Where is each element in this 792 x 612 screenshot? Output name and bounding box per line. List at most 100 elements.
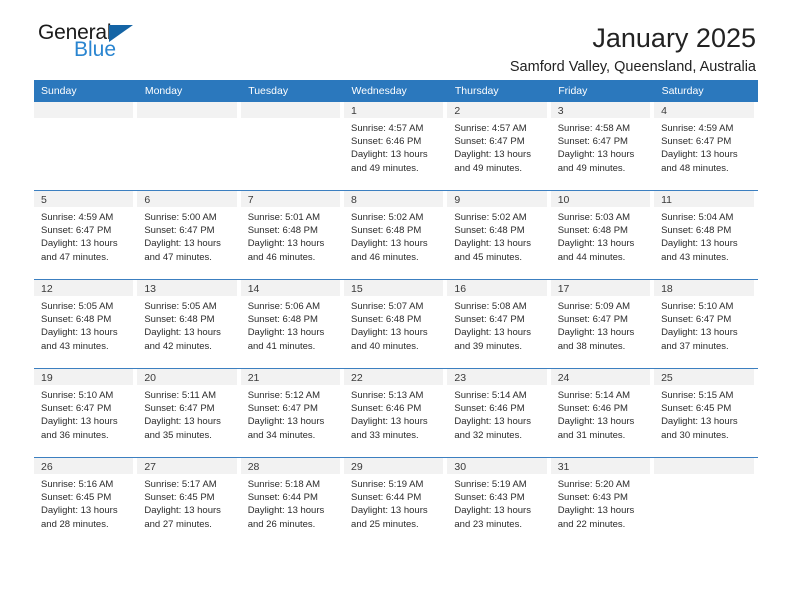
day-details: Sunrise: 5:20 AM Sunset: 6:43 PM Daylight:… — [551, 474, 650, 531]
day-cell-inner: 24 Sunrise: 5:14 AM Sunset: 6:46 PM Dayligh… — [550, 369, 651, 457]
weekday-header-row: Sunday Monday Tuesday Wednesday Thursday Frid… — [34, 80, 759, 102]
daylight-text-line1: Daylight: 13 hours — [661, 238, 738, 250]
day-cell-inner: 9 Sunrise: 5:02 AM Sunset: 6:48 PM Daylight… — [447, 191, 547, 279]
day-details: Sunrise: 5:16 AM Sunset: 6:45 PM Daylight:… — [34, 474, 133, 531]
daylight-text-line1: Daylight: 13 hours — [351, 505, 428, 517]
sunrise-text: Sunrise: 5:05 AM — [144, 301, 217, 312]
sunrise-text: Sunrise: 5:02 AM — [454, 212, 527, 223]
sunrise-text: Sunrise: 5:01 AM — [247, 212, 321, 223]
day-number: 3 — [550, 102, 651, 118]
daylight-text-line1: Daylight: 13 hours — [41, 327, 118, 339]
calendar-grid: Sunday Monday Tuesday Wednesday Thursday Frid… — [34, 80, 759, 546]
sunrise-text: Sunrise: 5:08 AM — [454, 301, 527, 312]
day-cell-inner: 17 Sunrise: 5:09 AM Sunset: 6:47 PM Dayligh… — [550, 280, 651, 368]
day-cell-inner: 14 Sunrise: 5:06 AM Sunset: 6:48 PM Dayligh… — [240, 280, 341, 368]
calendar-day-cell[interactable]: 3 Sunrise: 4:58 AM Sunset: 6:47 PM Daylight… — [550, 102, 655, 191]
daylight-text-line2: and 26 minutes. — [247, 518, 316, 530]
calendar-day-cell[interactable]: 16 Sunrise: 5:08 AM Sunset: 6:47 PM Dayligh… — [447, 279, 551, 369]
calendar-day-cell[interactable]: 15 Sunrise: 5:07 AM Sunset: 6:48 PM Dayligh… — [344, 279, 448, 369]
calendar-day-cell[interactable]: 4 Sunrise: 4:59 AM Sunset: 6:47 PM Daylight… — [654, 102, 758, 191]
daylight-text-line1: Daylight: 13 hours — [454, 238, 531, 250]
day-cell-inner — [137, 102, 237, 190]
daylight-text-line2: and 28 minutes. — [41, 518, 109, 530]
day-cell-inner: 26 Sunrise: 5:16 AM Sunset: 6:45 PM Dayligh… — [34, 458, 134, 546]
sunrise-text: Sunrise: 4:58 AM — [557, 123, 631, 134]
calendar-day-cell[interactable]: 10 Sunrise: 5:03 AM Sunset: 6:48 PM Dayligh… — [550, 190, 655, 280]
weekday-header-friday: Friday — [550, 80, 655, 102]
day-number: 4 — [654, 102, 754, 118]
calendar-day-cell[interactable]: 23 Sunrise: 5:14 AM Sunset: 6:46 PM Dayligh… — [447, 368, 551, 458]
calendar-day-cell[interactable]: 13 Sunrise: 5:05 AM Sunset: 6:48 PM Dayligh… — [137, 279, 241, 369]
sunset-text: Sunset: 6:46 PM — [557, 403, 628, 415]
calendar-day-cell[interactable]: 22 Sunrise: 5:13 AM Sunset: 6:46 PM Dayligh… — [344, 368, 448, 458]
daylight-text-line1: Daylight: 13 hours — [454, 327, 531, 339]
calendar-day-cell[interactable]: 18 Sunrise: 5:10 AM Sunset: 6:47 PM Dayligh… — [654, 279, 758, 369]
daylight-text-line1: Daylight: 13 hours — [661, 149, 738, 161]
calendar-day-cell[interactable]: 31 Sunrise: 5:20 AM Sunset: 6:43 PM Dayligh… — [550, 457, 655, 546]
calendar-day-cell[interactable]: 14 Sunrise: 5:06 AM Sunset: 6:48 PM Dayligh… — [240, 279, 345, 369]
sunrise-text: Sunrise: 5:18 AM — [247, 479, 321, 490]
calendar-day-cell[interactable]: 29 Sunrise: 5:19 AM Sunset: 6:44 PM Dayligh… — [344, 457, 448, 546]
calendar-day-cell[interactable]: 21 Sunrise: 5:12 AM Sunset: 6:47 PM Dayligh… — [240, 368, 345, 458]
sunset-text: Sunset: 6:48 PM — [661, 225, 732, 237]
sunset-text: Sunset: 6:48 PM — [41, 314, 112, 326]
daylight-text-line2: and 42 minutes. — [144, 340, 212, 352]
calendar-day-cell[interactable]: 12 Sunrise: 5:05 AM Sunset: 6:48 PM Dayligh… — [34, 279, 138, 369]
calendar-day-cell[interactable]: 28 Sunrise: 5:18 AM Sunset: 6:44 PM Dayligh… — [240, 457, 345, 546]
daylight-text-line2: and 47 minutes. — [41, 251, 109, 263]
day-cell-inner: 8 Sunrise: 5:02 AM Sunset: 6:48 PM Daylight… — [344, 191, 444, 279]
daylight-text-line1: Daylight: 13 hours — [41, 416, 118, 428]
daylight-text-line2: and 40 minutes. — [351, 340, 419, 352]
calendar-day-cell[interactable]: 5 Sunrise: 4:59 AM Sunset: 6:47 PM Daylight… — [34, 190, 138, 280]
calendar-day-cell[interactable]: 2 Sunrise: 4:57 AM Sunset: 6:47 PM Daylight… — [447, 102, 551, 191]
calendar-day-cell[interactable]: 19 Sunrise: 5:10 AM Sunset: 6:47 PM Dayligh… — [34, 368, 138, 458]
day-number: 7 — [240, 191, 341, 207]
calendar-day-cell[interactable]: 9 Sunrise: 5:02 AM Sunset: 6:48 PM Daylight… — [447, 190, 551, 280]
calendar-day-cell[interactable]: 26 Sunrise: 5:16 AM Sunset: 6:45 PM Dayligh… — [34, 457, 138, 546]
day-details: Sunrise: 4:58 AM Sunset: 6:47 PM Daylight:… — [551, 118, 650, 175]
day-details: Sunrise: 5:10 AM Sunset: 6:47 PM Daylight:… — [34, 385, 133, 442]
daylight-text-line2: and 46 minutes. — [247, 251, 316, 263]
sunrise-text: Sunrise: 5:03 AM — [557, 212, 631, 223]
day-cell-inner: 13 Sunrise: 5:05 AM Sunset: 6:48 PM Dayligh… — [137, 280, 237, 368]
calendar-day-cell[interactable]: 6 Sunrise: 5:00 AM Sunset: 6:47 PM Daylight… — [137, 190, 241, 280]
day-cell-inner — [654, 458, 754, 546]
calendar-day-cell[interactable]: 7 Sunrise: 5:01 AM Sunset: 6:48 PM Daylight… — [240, 190, 345, 280]
day-cell-inner: 19 Sunrise: 5:10 AM Sunset: 6:47 PM Dayligh… — [34, 369, 134, 457]
day-cell-inner: 12 Sunrise: 5:05 AM Sunset: 6:48 PM Dayligh… — [34, 280, 134, 368]
daylight-text-line1: Daylight: 13 hours — [454, 416, 531, 428]
day-cell-inner: 2 Sunrise: 4:57 AM Sunset: 6:47 PM Daylight… — [447, 102, 547, 190]
calendar-day-cell[interactable]: 11 Sunrise: 5:04 AM Sunset: 6:48 PM Dayligh… — [654, 190, 758, 280]
daylight-text-line2: and 32 minutes. — [454, 429, 522, 441]
day-details: Sunrise: 5:00 AM Sunset: 6:47 PM Daylight:… — [137, 207, 236, 264]
sunset-text: Sunset: 6:48 PM — [557, 225, 628, 237]
day-details: Sunrise: 4:57 AM Sunset: 6:46 PM Daylight:… — [344, 118, 443, 175]
calendar-day-cell[interactable]: 30 Sunrise: 5:19 AM Sunset: 6:43 PM Dayligh… — [447, 457, 551, 546]
sunrise-text: Sunrise: 5:00 AM — [144, 212, 217, 223]
day-details: Sunrise: 5:19 AM Sunset: 6:44 PM Daylight:… — [344, 474, 443, 531]
sunrise-text: Sunrise: 5:11 AM — [144, 390, 216, 401]
day-number — [654, 458, 754, 474]
day-number: 1 — [344, 102, 444, 118]
daylight-text-line1: Daylight: 13 hours — [557, 416, 635, 428]
calendar-day-cell[interactable]: 17 Sunrise: 5:09 AM Sunset: 6:47 PM Dayligh… — [550, 279, 655, 369]
daylight-text-line1: Daylight: 13 hours — [351, 149, 428, 161]
calendar-week-row: 5 Sunrise: 4:59 AM Sunset: 6:47 PM Daylight… — [34, 190, 758, 280]
calendar-day-cell[interactable]: 1 Sunrise: 4:57 AM Sunset: 6:46 PM Daylight… — [344, 102, 448, 191]
daylight-text-line1: Daylight: 13 hours — [351, 416, 428, 428]
calendar-week-row: 19 Sunrise: 5:10 AM Sunset: 6:47 PM Dayligh… — [34, 368, 758, 458]
sunset-text: Sunset: 6:43 PM — [454, 492, 525, 504]
calendar-day-cell[interactable]: 20 Sunrise: 5:11 AM Sunset: 6:47 PM Dayligh… — [137, 368, 241, 458]
day-details: Sunrise: 5:14 AM Sunset: 6:46 PM Daylight:… — [447, 385, 546, 442]
day-cell-inner: 5 Sunrise: 4:59 AM Sunset: 6:47 PM Daylight… — [34, 191, 134, 279]
day-cell-inner: 10 Sunrise: 5:03 AM Sunset: 6:48 PM Dayligh… — [550, 191, 651, 279]
day-details: Sunrise: 5:17 AM Sunset: 6:45 PM Daylight:… — [137, 474, 236, 531]
daylight-text-line2: and 39 minutes. — [454, 340, 522, 352]
calendar-day-cell[interactable]: 27 Sunrise: 5:17 AM Sunset: 6:45 PM Dayligh… — [137, 457, 241, 546]
day-number: 29 — [344, 458, 444, 474]
calendar-day-cell[interactable]: 8 Sunrise: 5:02 AM Sunset: 6:48 PM Daylight… — [344, 190, 448, 280]
calendar-day-cell[interactable]: 25 Sunrise: 5:15 AM Sunset: 6:45 PM Dayligh… — [654, 368, 758, 458]
daylight-text-line1: Daylight: 13 hours — [661, 327, 738, 339]
calendar-day-cell[interactable]: 24 Sunrise: 5:14 AM Sunset: 6:46 PM Dayligh… — [550, 368, 655, 458]
weekday-header-monday: Monday — [137, 80, 242, 102]
